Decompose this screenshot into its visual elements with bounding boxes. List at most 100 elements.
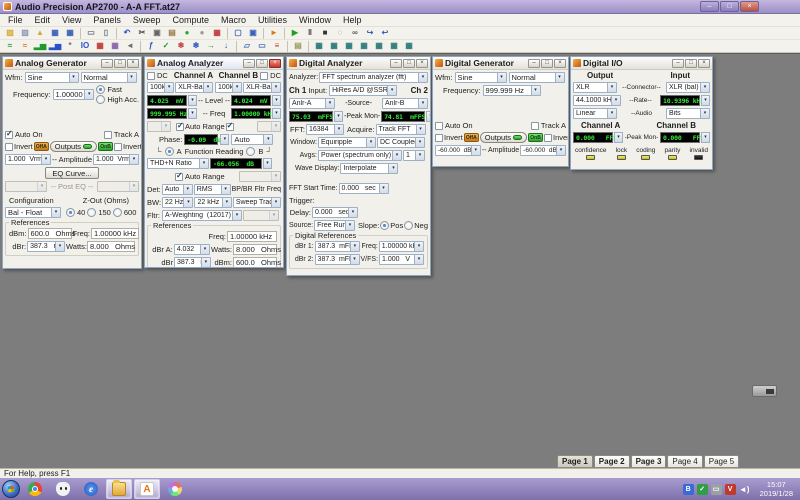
speaker-panel-icon[interactable]: ◄ — [123, 40, 137, 52]
analog-generator-titlebar[interactable]: Analog Generator – □ × — [3, 57, 141, 70]
aa-function-a-radio[interactable] — [165, 147, 174, 156]
settling-panel-icon[interactable]: * — [63, 40, 77, 52]
data-editor-7-icon[interactable]: ▦ — [402, 40, 416, 52]
da-delay-select[interactable]: 0.000 sec — [312, 207, 358, 218]
aa-function-select[interactable]: THD+N Ratio — [147, 158, 209, 169]
dg-invert-a-checkbox[interactable] — [435, 134, 443, 142]
go-to-graph-icon[interactable]: → — [204, 40, 218, 52]
security-check-icon[interactable]: ✓ — [697, 484, 708, 495]
analog-analyzer-panel-icon[interactable]: ▂▅ — [33, 40, 47, 52]
pen-input-icon[interactable]: ▭ — [711, 484, 722, 495]
page-tab-4[interactable]: Page 4 — [667, 455, 702, 468]
aa-filter-select[interactable]: A-Weighting (12017) — [162, 210, 242, 221]
aa-input-a-select[interactable]: XLR-Bal — [175, 82, 213, 93]
ag-waveform-mode-select[interactable]: Normal — [81, 72, 137, 83]
da-acquire-select[interactable]: Track FFT — [376, 124, 426, 135]
sweep-pause-icon[interactable]: ‖ — [303, 27, 317, 39]
ag-zout-600-radio[interactable] — [113, 208, 122, 217]
page-tab-2[interactable]: Page 2 — [594, 455, 630, 468]
da-dbr1-select[interactable]: 387.3 mFFS — [315, 241, 360, 252]
aa-dbra-select[interactable]: 4.032 V — [174, 244, 210, 255]
aa-bw-high-select[interactable]: 22 kHz — [194, 197, 231, 208]
ag-zout-40-radio[interactable] — [66, 208, 75, 217]
append-data-icon[interactable]: ↓ — [219, 40, 233, 52]
open-test-icon[interactable]: ▨ — [3, 27, 17, 39]
dropdown-arrow-icon[interactable] — [188, 95, 197, 106]
aa-dc-a-checkbox[interactable] — [147, 72, 155, 80]
window-titlebar[interactable]: Audio Precision AP2700 - A-A FFT.at27 – … — [0, 0, 800, 14]
ag-dbm-field[interactable]: 600.0 Ohms — [28, 228, 72, 239]
paste-icon[interactable]: ▤ — [165, 27, 179, 39]
save-test-icon[interactable]: ▨ — [18, 27, 32, 39]
taskbar-button-foobar2000[interactable] — [50, 479, 76, 499]
dg-amplitude-b-select[interactable]: -60.000 dBFS — [520, 145, 566, 156]
da-analyzer-select[interactable]: FFT spectrum analyzer (fft) — [319, 72, 428, 83]
ag-auto-on-checkbox[interactable] — [5, 131, 13, 139]
aa-ref-freq-field[interactable]: 1.00000 kHz — [227, 231, 277, 242]
dropdown-arrow-icon[interactable] — [272, 108, 281, 119]
panel-minimize-button[interactable]: – — [243, 59, 255, 68]
ag-high-acc-radio[interactable] — [96, 95, 105, 104]
da-ref-freq-select[interactable]: 1.00000 kHz — [379, 241, 424, 252]
go-online-icon[interactable]: ● — [180, 27, 194, 39]
save-all-icon[interactable]: ▦ — [63, 27, 77, 39]
print-icon[interactable]: ▭ — [84, 27, 98, 39]
window-minimize-button[interactable]: – — [700, 1, 719, 12]
da-avgs-select[interactable]: Power (spectrum only) — [318, 150, 402, 161]
cut-icon[interactable]: ✂ — [135, 27, 149, 39]
aa-phase-mode-select[interactable]: Auto — [231, 134, 273, 145]
taskbar-clock[interactable]: 15:07 2019/1/28 — [755, 480, 798, 499]
graph-window-icon[interactable]: ▱ — [240, 40, 254, 52]
aa-dbm-field[interactable]: 600.0 Ohms — [233, 257, 277, 268]
menu-edit[interactable]: Edit — [29, 14, 57, 26]
aa-dbrb-select[interactable]: 387.3 mV — [174, 257, 211, 268]
da-coupling-select[interactable]: DC Coupled — [377, 137, 425, 148]
bar-graph-window-icon[interactable]: ≡ — [270, 40, 284, 52]
digital-io-titlebar[interactable]: Digital I/O – □ × — [571, 57, 712, 70]
aa-detector-select[interactable]: Auto — [162, 184, 193, 195]
dio-output-audio-select[interactable]: Linear — [573, 108, 617, 119]
compute-icon[interactable]: ƒ — [144, 40, 158, 52]
da-window-select[interactable]: Equiripple — [318, 137, 376, 148]
menu-file[interactable]: File — [2, 14, 29, 26]
da-fft-length-select[interactable]: 16384 — [306, 124, 344, 135]
panel-close-button[interactable]: × — [698, 59, 710, 68]
data-editor-2-icon[interactable]: ▦ — [327, 40, 341, 52]
dropdown-arrow-icon[interactable] — [334, 111, 343, 122]
digital-analyzer-titlebar[interactable]: Digital Analyzer – □ × — [287, 57, 430, 70]
dropdown-arrow-icon[interactable] — [701, 132, 710, 143]
save-icon[interactable]: ▦ — [48, 27, 62, 39]
regulate-icon[interactable]: ◌ — [333, 27, 347, 39]
panel-maximize-button[interactable]: □ — [114, 59, 126, 68]
data-editor-5-icon[interactable]: ▦ — [372, 40, 386, 52]
da-input-select[interactable]: HiRes A/D @SSR — [329, 85, 397, 96]
ag-ref-freq-field[interactable]: 1.00000 kHz — [91, 228, 139, 239]
volume-icon[interactable]: ◄) — [739, 484, 750, 495]
ag-waveform-select[interactable]: Sine — [25, 72, 79, 83]
panel-maximize-button[interactable]: □ — [403, 59, 415, 68]
analog-analyzer-titlebar[interactable]: Analog Analyzer – □ × — [145, 57, 283, 70]
panel-close-button[interactable]: × — [127, 59, 139, 68]
aa-watts-field[interactable]: 8.000 Ohms — [233, 244, 277, 255]
ag-dbr-select[interactable]: 387.3 mV — [27, 241, 65, 252]
dio-output-rate-select[interactable]: 44.1000 kHz — [573, 95, 621, 106]
window-layout-icon[interactable]: ▣ — [246, 27, 260, 39]
panel-close-button[interactable]: × — [416, 59, 428, 68]
dropdown-arrow-icon[interactable] — [220, 134, 229, 145]
digital-io-panel-icon[interactable]: IO — [78, 40, 92, 52]
sweep-stop-icon[interactable]: ■ — [318, 27, 332, 39]
aa-range-b-select[interactable]: 100k — [215, 82, 242, 93]
quick-launch-icon[interactable]: ▢ — [231, 27, 245, 39]
monitor-window-icon[interactable]: ▭ — [255, 40, 269, 52]
menu-view[interactable]: View — [56, 14, 87, 26]
sweep-start-icon[interactable]: ▶ — [288, 27, 302, 39]
aa-auto-range-a-checkbox[interactable] — [176, 123, 184, 131]
start-button[interactable] — [2, 480, 20, 498]
dropdown-arrow-icon[interactable] — [272, 95, 281, 106]
go-offline-icon[interactable]: ● — [195, 27, 209, 39]
digital-analyzer-panel-icon[interactable]: ▂▅ — [48, 40, 62, 52]
menu-compute[interactable]: Compute — [166, 14, 215, 26]
data-editor-4-icon[interactable]: ▦ — [357, 40, 371, 52]
ag-eq-curve-button[interactable]: EQ Curve... — [45, 167, 98, 179]
dropdown-arrow-icon[interactable] — [188, 108, 197, 119]
